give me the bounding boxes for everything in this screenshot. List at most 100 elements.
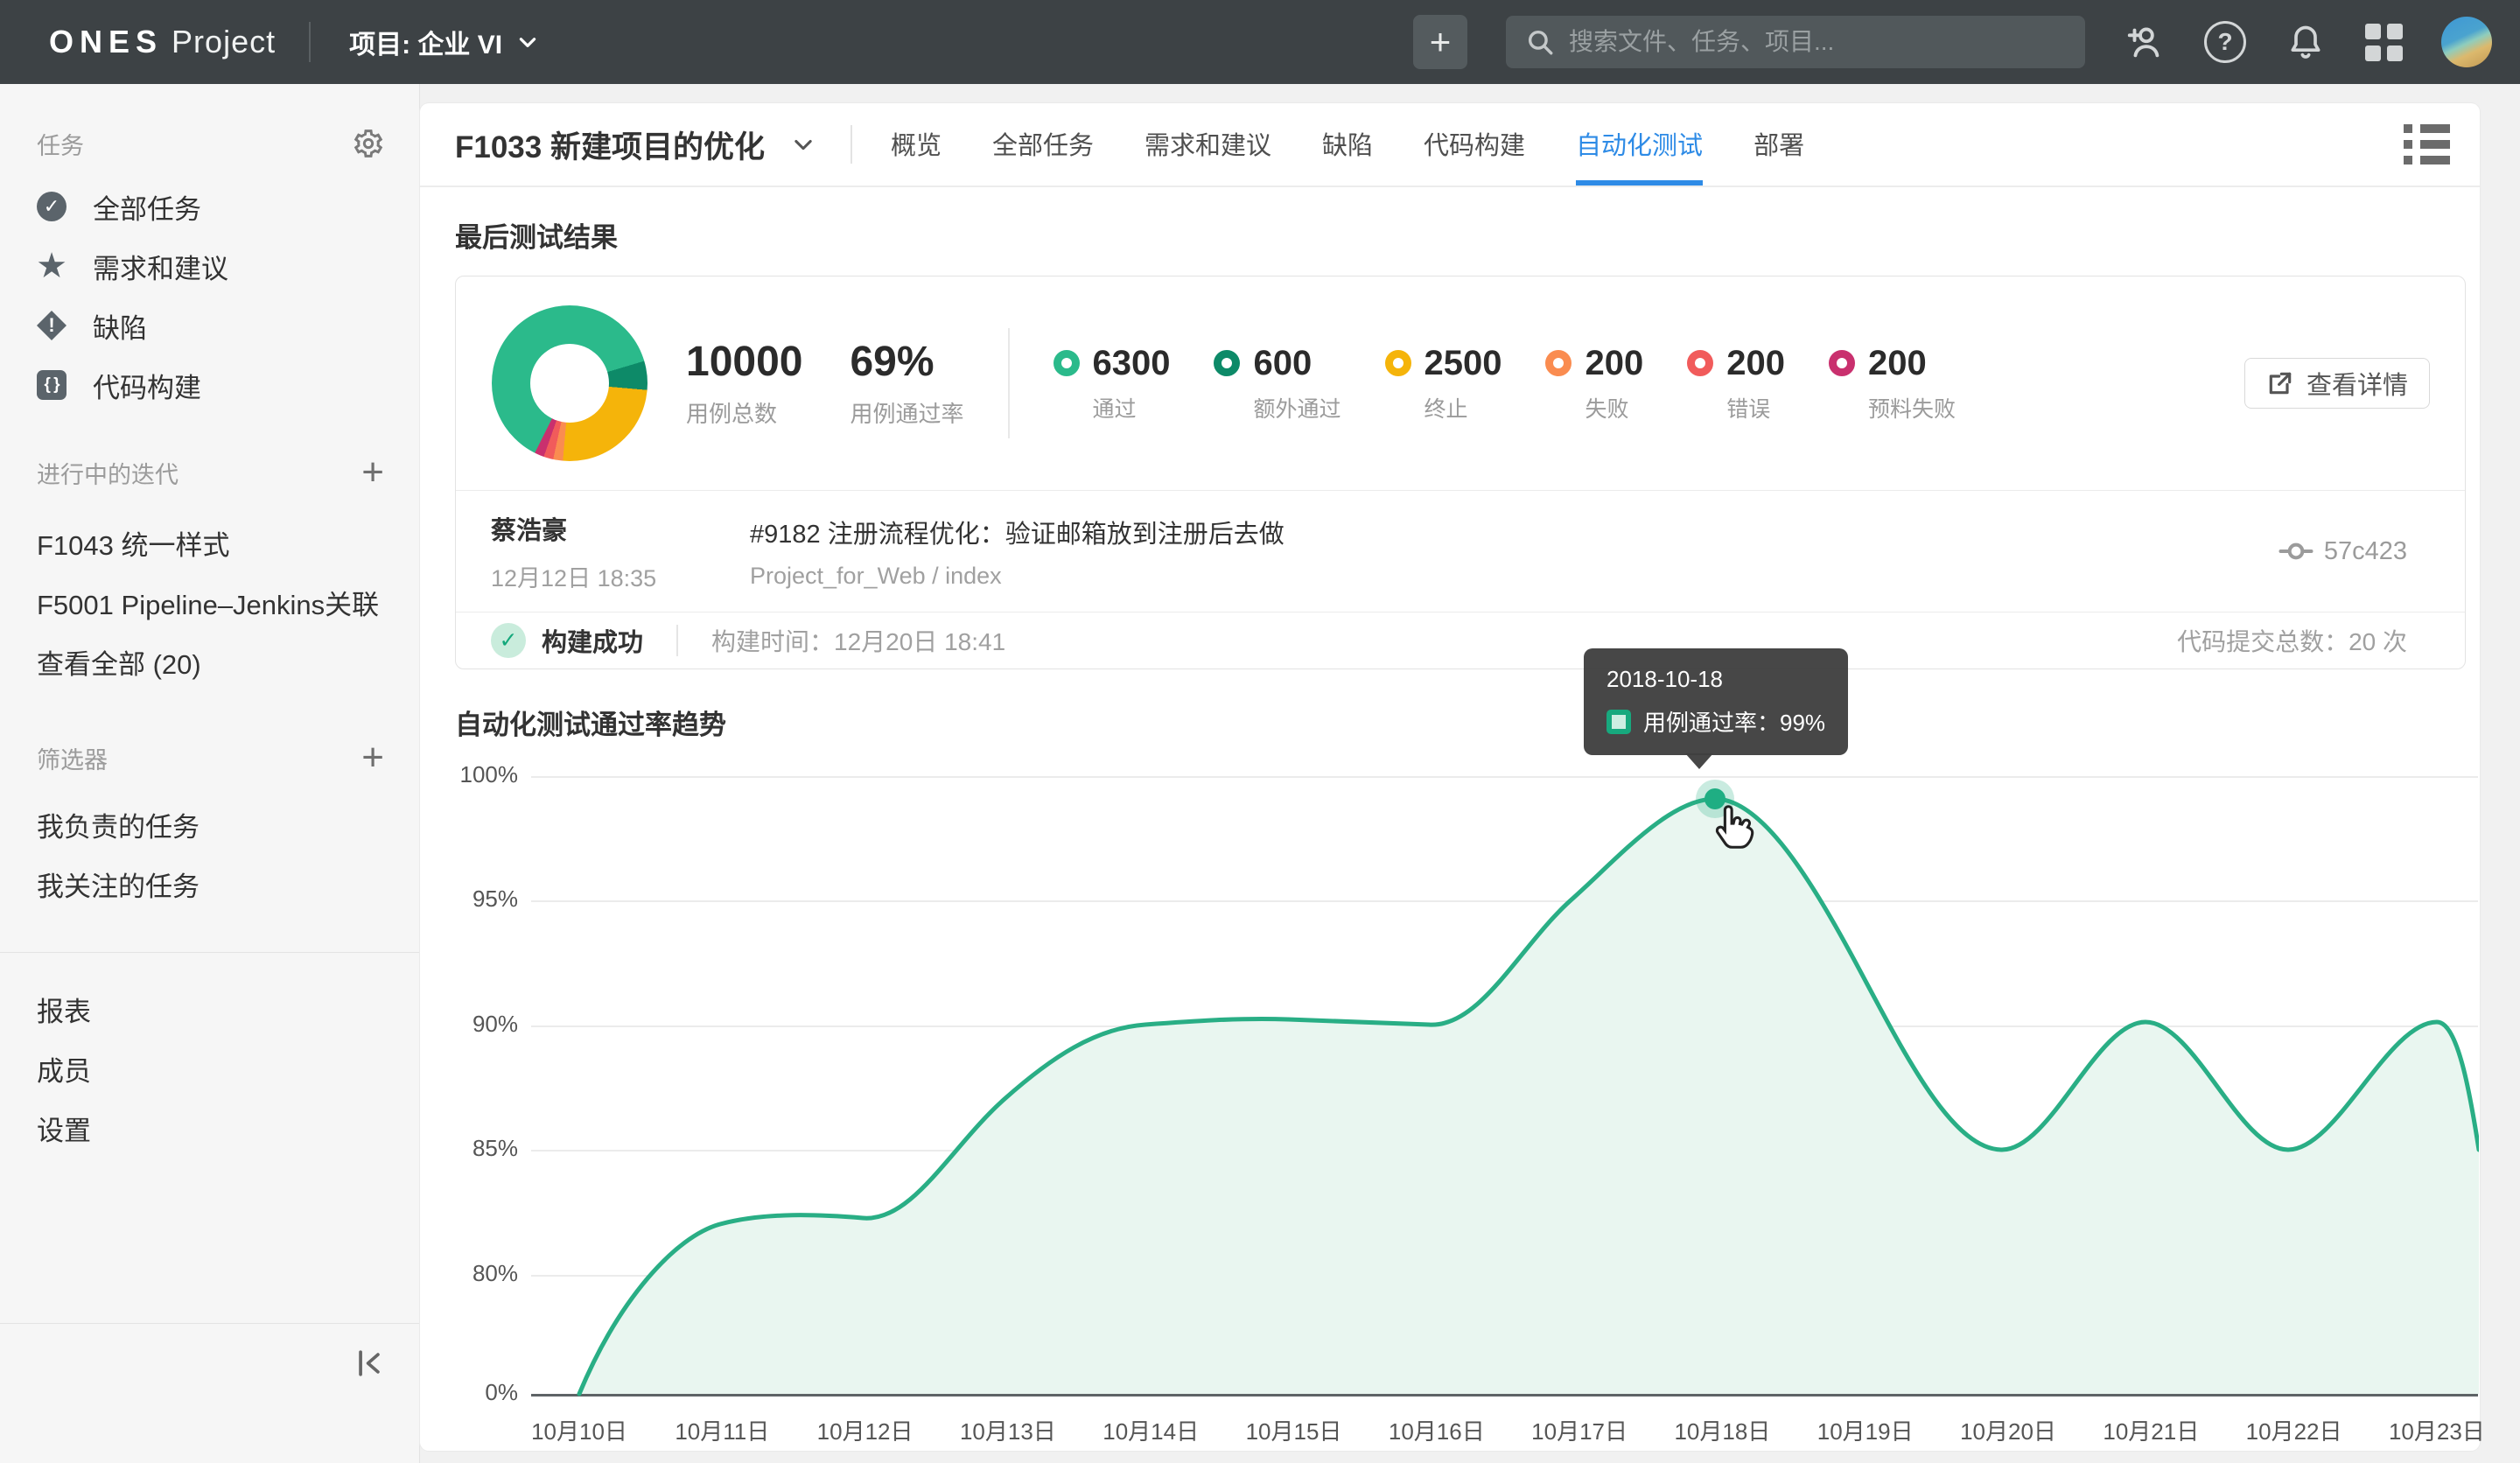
project-switcher-label: 项目: 企业 VI — [349, 23, 502, 61]
pass-rate-label: 用例通过率 — [850, 396, 963, 429]
apps-grid-icon[interactable] — [2365, 24, 2403, 61]
search-bar[interactable] — [1506, 16, 2085, 68]
build-status: 构建成功 — [542, 622, 643, 659]
page-header: F1033 新建项目的优化 概览全部任务需求和建议缺陷代码构建自动化测试部署 — [420, 103, 2480, 187]
add-sprint-icon[interactable]: + — [361, 459, 384, 486]
stat-value: 200 — [1585, 344, 1643, 383]
sidebar-item-label: 设置 — [37, 1109, 91, 1148]
sidebar-sprint-F5001 Pipeline–Jenkins关联[interactable]: F5001 Pipeline–Jenkins关联 — [0, 572, 419, 632]
stat-top: 2500 — [1385, 344, 1502, 383]
sidebar-section-filters: 筛选器 + — [0, 740, 419, 775]
sidebar-filter-我负责的任务[interactable]: 我负责的任务 — [0, 794, 419, 854]
sidebar-item-代码构建[interactable]: { }代码构建 — [0, 355, 419, 415]
commit-message[interactable]: #9182 注册流程优化：验证邮箱放到注册后去做 — [750, 514, 1284, 550]
logo-light: Project — [172, 24, 276, 60]
summary-divider — [1008, 328, 1010, 438]
add-filter-icon[interactable]: + — [361, 745, 384, 771]
sidebar-sprint-查看全部 (20)[interactable]: 查看全部 (20) — [0, 632, 419, 691]
build-status-row: ✓ 构建成功 构建时间：12月20日 18:41 代码提交总数：20 次 — [456, 612, 2465, 668]
x-axis-tick-label: 10月14日 — [1081, 1414, 1221, 1446]
sidebar-item-报表[interactable]: 报表 — [0, 979, 419, 1039]
sidebar-filter-我关注的任务[interactable]: 我关注的任务 — [0, 854, 419, 914]
collapse-sidebar-icon[interactable] — [354, 1348, 384, 1463]
tab-代码构建[interactable]: 代码构建 — [1424, 103, 1525, 186]
sidebar-item-成员[interactable]: 成员 — [0, 1039, 419, 1098]
sidebar-item-label: 报表 — [37, 990, 91, 1029]
view-details-label: 查看详情 — [2306, 365, 2408, 402]
x-axis-tick-label: 10月21日 — [2081, 1414, 2221, 1446]
x-axis-tick-label: 10月12日 — [795, 1414, 935, 1446]
commit-time: 12月12日 18:35 — [491, 559, 750, 593]
view-details-button[interactable]: 查看详情 — [2244, 358, 2430, 409]
total-cases-value: 10000 — [686, 338, 802, 386]
page-title: F1033 新建项目的优化 — [455, 122, 765, 167]
sidebar-item-label: 我关注的任务 — [37, 864, 200, 904]
status-ring-icon — [1687, 350, 1713, 376]
pass-rate: 69% 用例通过率 — [850, 338, 963, 429]
sidebar-footer — [0, 1323, 419, 1463]
topbar-divider — [309, 22, 311, 62]
trend-chart-heading: 自动化测试通过率趋势 — [455, 669, 2466, 742]
notifications-bell-icon[interactable] — [2285, 21, 2327, 63]
status-ring-icon — [1545, 350, 1572, 376]
commit-hash: 57c423 — [2324, 537, 2407, 566]
status-ring-icon — [1385, 350, 1411, 376]
stat-label: 终止 — [1424, 392, 1502, 424]
sidebar-item-缺陷[interactable]: ! 缺陷 — [0, 296, 419, 355]
search-input[interactable] — [1567, 27, 2066, 57]
commit-hash-block[interactable]: 57c423 — [2278, 534, 2407, 569]
tab-全部任务[interactable]: 全部任务 — [992, 103, 1094, 186]
create-button[interactable]: + — [1413, 15, 1467, 69]
total-cases: 10000 用例总数 — [686, 338, 802, 429]
sidebar-item-label: 缺陷 — [93, 306, 147, 346]
project-switcher[interactable]: 项目: 企业 VI — [349, 23, 539, 61]
sidebar-item-全部任务[interactable]: ✓全部任务 — [0, 177, 419, 236]
git-commit-icon — [2278, 534, 2314, 569]
tab-概览[interactable]: 概览 — [891, 103, 942, 186]
stat-label: 预料失败 — [1868, 392, 1956, 424]
stat-额外通过: 600额外通过 — [1214, 344, 1340, 424]
x-axis-tick-label: 10月16日 — [1367, 1414, 1507, 1446]
stat-value: 200 — [1726, 344, 1785, 383]
tab-需求和建议[interactable]: 需求和建议 — [1144, 103, 1271, 186]
commit-message-block: #9182 注册流程优化：验证邮箱放到注册后去做 Project_for_Web… — [750, 514, 1284, 590]
status-ring-icon — [1054, 350, 1080, 376]
build-time: 构建时间：12月20日 18:41 — [711, 623, 1005, 658]
defect-icon: ! — [37, 311, 66, 340]
sidebar-sprint-F1043 统一样式[interactable]: F1043 统一样式 — [0, 513, 419, 572]
logo-bold: ONES — [49, 24, 163, 60]
stat-value: 6300 — [1093, 344, 1171, 383]
stat-top: 200 — [1829, 344, 1956, 383]
x-axis-tick-label: 10月18日 — [1652, 1414, 1792, 1446]
stat-top: 200 — [1545, 344, 1643, 383]
stat-top: 600 — [1214, 344, 1340, 383]
tab-bar: 概览全部任务需求和建议缺陷代码构建自动化测试部署 — [891, 103, 1804, 186]
stat-终止: 2500 终止 — [1385, 344, 1502, 424]
gear-icon[interactable] — [353, 128, 384, 159]
x-axis-tick-label: 10月19日 — [1796, 1414, 1936, 1446]
view-list-icon[interactable] — [2404, 124, 2450, 164]
sidebar-item-设置[interactable]: 设置 — [0, 1098, 419, 1158]
tab-部署[interactable]: 部署 — [1754, 103, 1804, 186]
sidebar-item-需求和建议[interactable]: ★需求和建议 — [0, 236, 419, 296]
sidebar-item-label: 我负责的任务 — [37, 805, 200, 844]
test-result-totals: 10000 用例总数 69% 用例通过率 — [686, 338, 964, 429]
stat-value: 2500 — [1424, 344, 1502, 383]
help-icon[interactable]: ? — [2204, 21, 2246, 63]
top-navbar: ONES Project 项目: 企业 VI + ? — [0, 0, 2520, 84]
commit-author-block: 蔡浩豪 12月12日 18:35 — [491, 510, 750, 593]
x-axis-tick-label: 10月22日 — [2224, 1414, 2364, 1446]
user-avatar[interactable] — [2441, 17, 2492, 67]
pass-rate-trend-chart: 100%95%90%85%80%0% 2018-10-18 用例通过率：99% … — [455, 760, 2480, 1460]
external-link-icon — [2266, 369, 2294, 397]
app-logo[interactable]: ONES Project — [49, 24, 276, 60]
tab-自动化测试[interactable]: 自动化测试 — [1576, 103, 1703, 186]
trend-line-series[interactable] — [531, 774, 2479, 1397]
latest-commit-row: 蔡浩豪 12月12日 18:35 #9182 注册流程优化：验证邮箱放到注册后去… — [456, 491, 2465, 612]
tab-缺陷[interactable]: 缺陷 — [1322, 103, 1373, 186]
title-chevron-down-icon[interactable] — [791, 132, 816, 157]
add-user-icon[interactable] — [2124, 21, 2166, 63]
commit-repo: Project_for_Web / index — [750, 563, 1284, 590]
sidebar-divider — [0, 952, 419, 953]
sidebar: 任务 ✓全部任务★需求和建议!缺陷{ }代码构建 进行中的迭代 + F1043 … — [0, 84, 420, 1463]
